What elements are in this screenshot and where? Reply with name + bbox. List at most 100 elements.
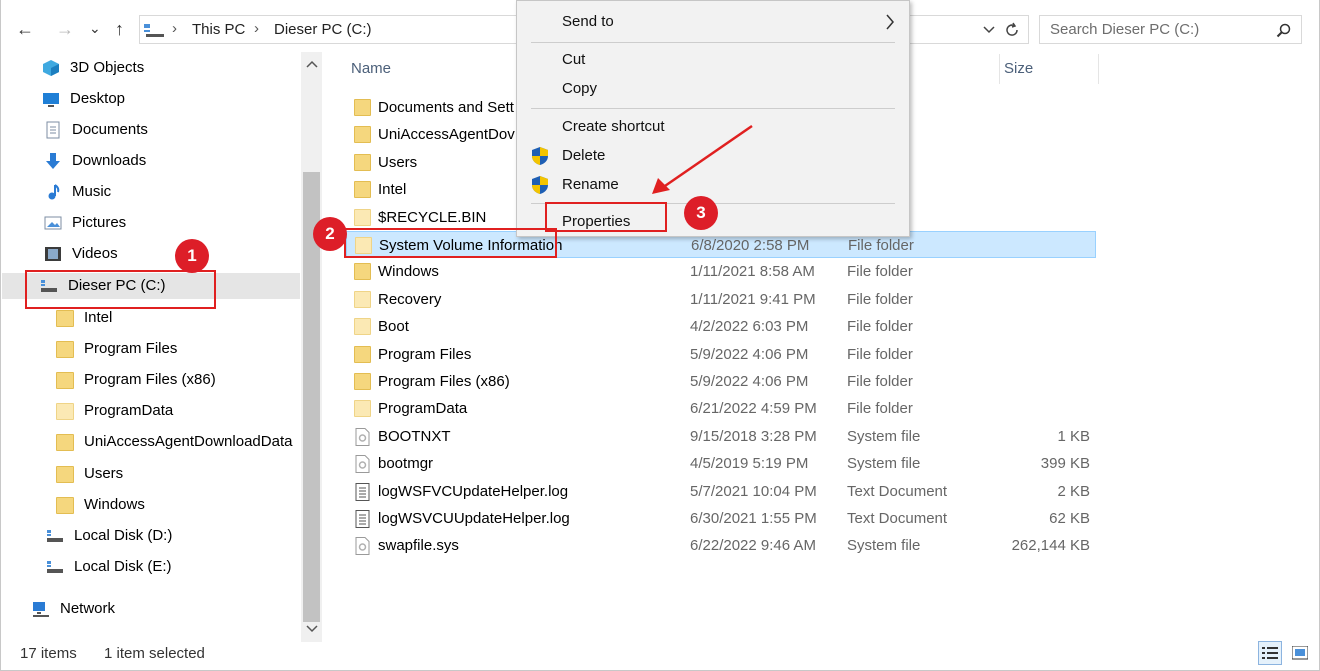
text-document-icon [354,482,371,501]
file-type: Text Document [847,510,948,527]
file-type: File folder [847,290,913,308]
highlight-box-folder [344,228,557,258]
tree-item[interactable]: 3D Objects [38,55,286,81]
file-name: Program Files [378,345,472,363]
tree-item[interactable]: ProgramData [52,398,286,424]
file-row[interactable]: Boot 4/2/2022 6:03 PM File folder [346,313,1096,340]
system-file-icon [354,537,371,556]
music-icon [44,183,62,201]
tree-item-label: Downloads [72,152,147,169]
search-box[interactable]: Search Dieser PC (C:) [1039,15,1302,44]
file-size: 2 KB [1057,482,1090,500]
file-row[interactable]: logWSVCUUpdateHelper.log 6/30/2021 1:55 P… [346,505,1096,532]
folder-icon [354,99,371,116]
search-input[interactable]: Search Dieser PC (C:) [1050,21,1199,38]
file-name: Recovery [378,290,442,308]
file-name: Program Files (x86) [378,373,510,390]
search-icon[interactable] [1276,23,1292,39]
menu-item-copy[interactable]: Copy [562,80,597,97]
recent-locations-button[interactable]: ⌄ [89,17,101,39]
tree-item[interactable]: Desktop [38,86,286,112]
file-type: System file [847,537,921,555]
file-date-modified: 4/5/2019 5:19 PM [690,455,809,473]
menu-item-send-to[interactable]: Send to [562,13,614,30]
tree-item[interactable]: Program Files (x86) [52,367,286,393]
file-row[interactable]: Program Files (x86) 5/9/2022 4:06 PM File … [346,368,1096,395]
folder-icon [354,290,371,308]
breadcrumb-separator: › [172,20,177,37]
drive-icon [46,558,64,576]
column-divider[interactable] [1098,54,1099,84]
file-name: Intel [378,181,407,199]
file-row[interactable]: Recovery 1/11/2021 9:41 PM File folder [346,286,1096,313]
tree-item-label: 3D Objects [70,59,145,76]
back-button[interactable]: ← [16,18,34,40]
status-selection: 1 item selected [104,645,205,662]
file-row[interactable]: ProgramData 6/21/2022 4:59 PM File folder [346,395,1096,422]
forward-button[interactable]: → [56,18,74,40]
file-row[interactable]: bootmgr 4/5/2019 5:19 PM System file 399 KB [346,450,1096,477]
large-icons-view-button[interactable] [1288,641,1312,665]
tree-item[interactable]: Local Disk (E:) [42,554,286,580]
menu-item-cut[interactable]: Cut [562,51,585,68]
breadcrumb-this-pc[interactable]: This PC [192,21,245,38]
tree-item[interactable]: Videos [40,241,286,267]
folder-icon [56,341,74,358]
file-type: System file [847,427,921,445]
tree-item[interactable]: Local Disk (D:) [42,523,286,549]
menu-separator [531,42,895,43]
system-file-icon [354,427,371,446]
file-row[interactable]: Windows 1/11/2021 8:58 AM File folder [346,258,1096,285]
tree-item-label: Program Files (x86) [84,371,216,388]
file-name: logWSFVCUpdateHelper.log [378,482,569,500]
menu-item-rename[interactable]: Rename [562,176,619,193]
file-date-modified: 4/2/2022 6:03 PM [690,318,809,336]
uac-shield-icon [532,176,548,194]
breadcrumb-current-drive[interactable]: Dieser PC (C:) [274,21,372,38]
this-pc-icon [144,24,164,37]
drive-icon [46,527,64,545]
folder-icon [56,372,74,389]
tree-item[interactable]: Windows [52,492,286,518]
folder-icon [56,466,74,483]
file-date-modified: 6/30/2021 1:55 PM [690,510,817,527]
tree-item-label: Network [60,600,116,617]
tree-item[interactable]: Users [52,461,286,487]
file-date-modified: 1/11/2021 9:41 PM [690,290,816,308]
step-badge-2: 2 [313,217,347,251]
tree-item-label: Local Disk (E:) [74,558,172,575]
tree-item-label: Videos [72,245,118,262]
refresh-icon[interactable] [1004,22,1020,38]
tree-item[interactable]: UniAccessAgentDownloadData [52,429,292,455]
tree-item-label: Documents [72,121,148,138]
scroll-up-icon[interactable] [306,60,318,70]
chevron-down-icon[interactable] [983,25,995,35]
file-row[interactable]: BOOTNXT 9/15/2018 3:28 PM System file 1 KB [346,423,1096,450]
column-header-size[interactable]: Size [1004,60,1033,77]
file-row[interactable]: logWSFVCUpdateHelper.log 5/7/2021 10:04 P… [346,478,1096,505]
downloads-icon [44,152,62,170]
file-name: Windows [378,263,439,281]
file-size: 262,144 KB [1011,537,1090,555]
column-divider[interactable] [999,54,1000,84]
menu-item-delete[interactable]: Delete [562,147,605,164]
tree-item[interactable]: Documents [40,117,286,143]
file-row[interactable]: Program Files 5/9/2022 4:06 PM File folder [346,341,1096,368]
tree-item[interactable]: Music [40,179,286,205]
details-view-button[interactable] [1258,641,1282,665]
tree-item[interactable]: Pictures [40,210,286,236]
tree-item-label: Windows [84,496,145,513]
file-date-modified: 6/21/2022 4:59 PM [690,400,817,418]
tree-item[interactable]: Network [28,596,286,622]
tree-item[interactable]: Downloads [40,148,286,174]
tree-item-label: UniAccessAgentDownloadData [84,433,293,450]
tree-item-label: Local Disk (D:) [74,527,173,544]
column-header-name[interactable]: Name [351,60,391,77]
file-name: UniAccessAgentDov [378,126,515,144]
up-button[interactable]: ↑ [115,18,124,40]
file-row[interactable]: swapfile.sys 6/22/2022 9:46 AM System file… [346,532,1096,559]
scroll-down-icon[interactable] [306,623,318,633]
system-file-icon [354,455,371,474]
uac-shield-icon [532,147,548,165]
tree-item[interactable]: Program Files [52,336,286,362]
